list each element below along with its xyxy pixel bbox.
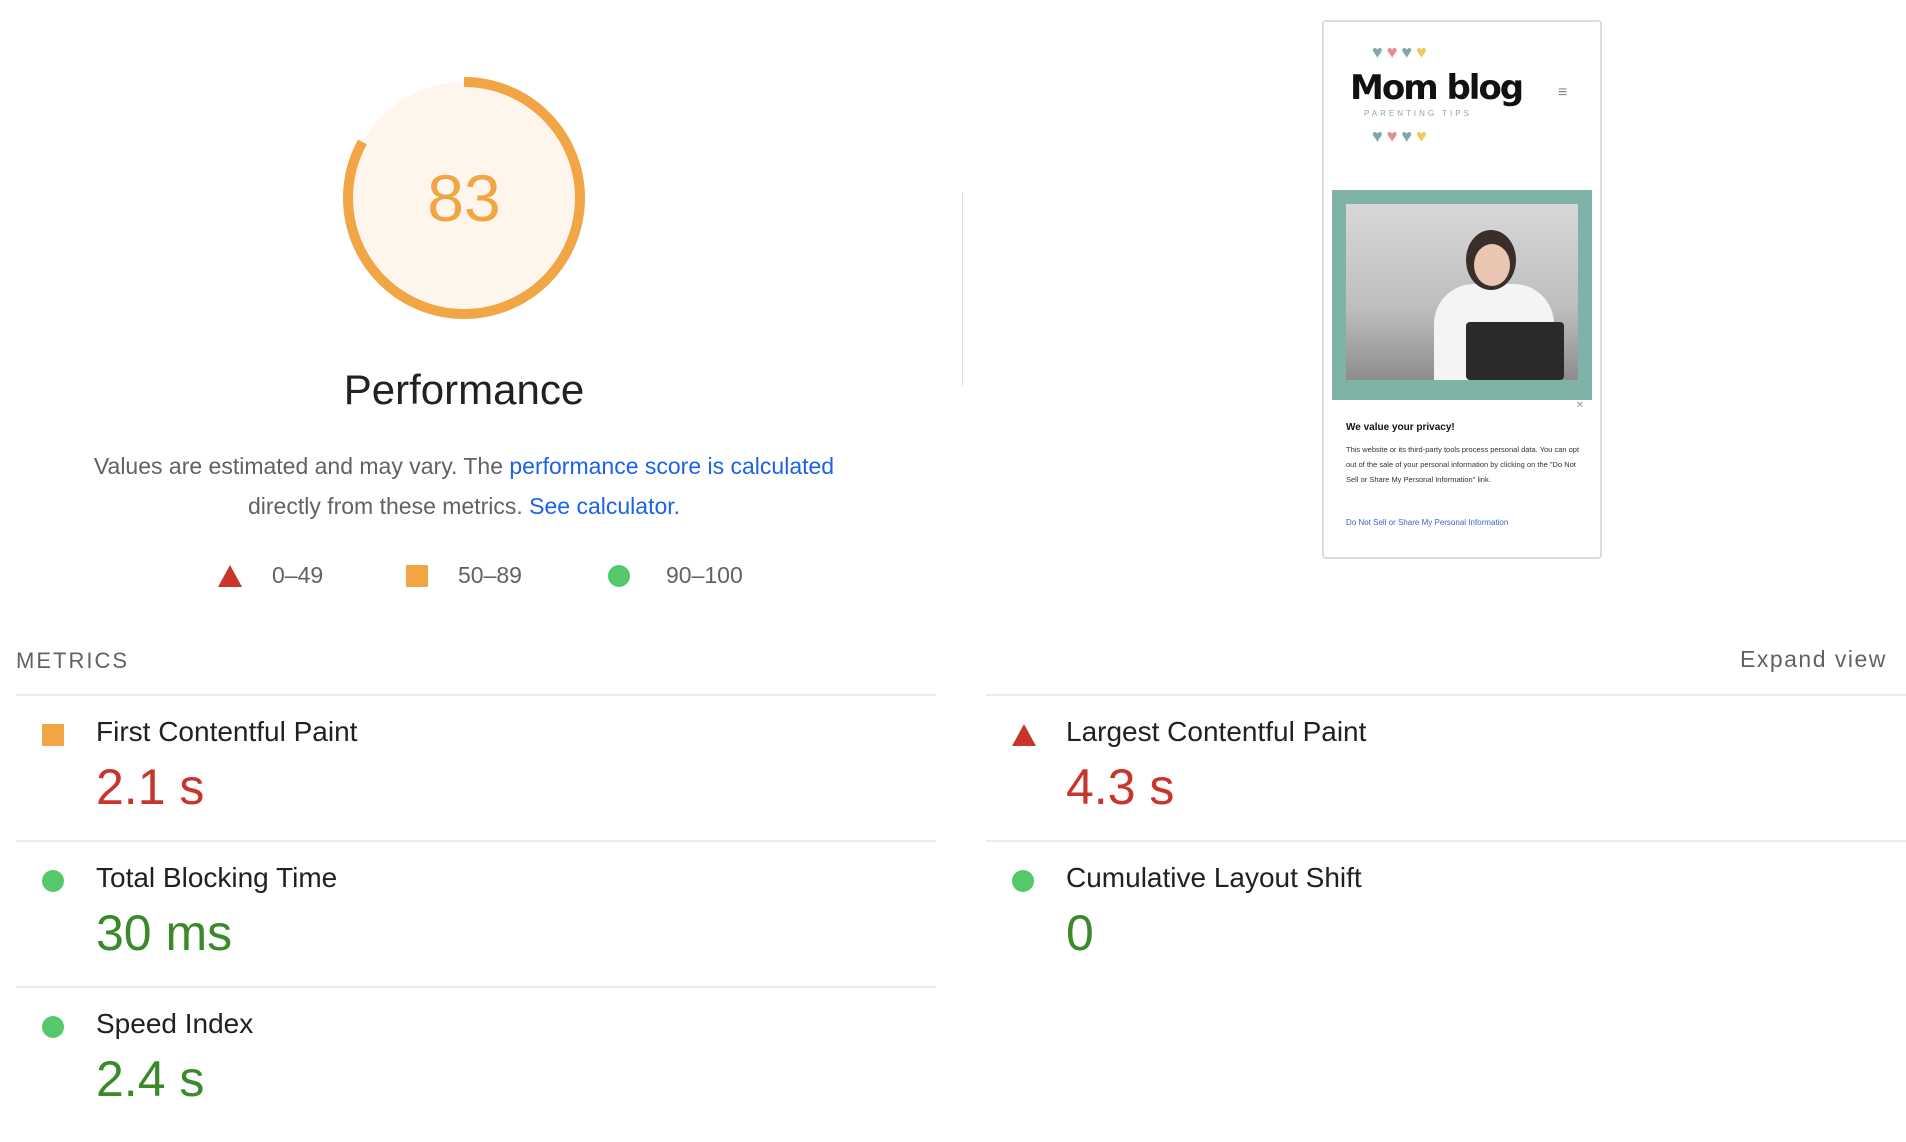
metric-label: Total Blocking Time — [96, 862, 338, 893]
gauge-score: 83 — [427, 161, 501, 235]
final-screenshot-thumbnail[interactable]: ♥♥♥♥ Mom blog PARENTING TIPS ♥♥♥♥ ≡ ✕ We… — [1322, 20, 1602, 559]
metric-largest-contentful-paint: Largest Contentful Paint 4.3 s — [986, 696, 1906, 842]
legend-pass-label: 90–100 — [666, 562, 743, 588]
metric-label: First Contentful Paint — [96, 716, 358, 747]
metrics-header: METRICS — [16, 648, 129, 673]
metric-value: 2.1 s — [96, 759, 205, 815]
consent-body: This website or its third-party tools pr… — [1346, 445, 1580, 484]
metric-value: 30 ms — [96, 905, 233, 961]
metric-label: Speed Index — [96, 1008, 254, 1039]
description-prefix: Values are estimated and may vary. The — [93, 453, 510, 479]
score-calculated-link[interactable]: performance score is calculated — [509, 453, 834, 479]
metric-value: 2.4 s — [96, 1051, 205, 1107]
legend-pass: 90–100 — [608, 562, 743, 589]
hero-image-frame — [1332, 190, 1592, 400]
photo-person-face — [1474, 244, 1510, 286]
hero-photo — [1346, 204, 1578, 380]
close-icon: ✕ — [1575, 400, 1584, 411]
metric-value: 4.3 s — [1066, 759, 1175, 815]
site-logo-subtitle: PARENTING TIPS — [1364, 109, 1472, 118]
fail-triangle-icon — [218, 564, 242, 587]
metric-label: Largest Contentful Paint — [1066, 716, 1367, 747]
vertical-divider — [962, 192, 963, 386]
consent-link: Do Not Sell or Share My Personal Informa… — [1346, 518, 1509, 527]
pass-circle-icon — [42, 1016, 64, 1038]
hearts-bottom-decoration: ♥♥♥♥ — [1372, 126, 1431, 146]
metric-speed-index: Speed Index 2.4 s — [16, 988, 936, 1134]
performance-title: Performance — [343, 366, 585, 413]
legend-average-label: 50–89 — [458, 562, 522, 588]
fail-triangle-icon — [1012, 724, 1036, 746]
expand-view-toggle[interactable]: Expand view — [1740, 646, 1887, 673]
pass-circle-icon — [42, 870, 64, 892]
metric-cumulative-layout-shift: Cumulative Layout Shift 0 — [986, 842, 1906, 988]
hearts-top-decoration: ♥♥♥♥ — [1372, 42, 1431, 62]
legend-fail-label: 0–49 — [272, 562, 324, 588]
hamburger-menu-icon: ≡ — [1558, 84, 1568, 101]
legend-average: 50–89 — [406, 562, 522, 589]
photo-laptop — [1466, 322, 1564, 380]
performance-gauge: 83 — [340, 74, 588, 322]
site-logo: Mom blog — [1350, 68, 1524, 108]
average-square-icon — [406, 564, 428, 587]
average-square-icon — [42, 724, 64, 746]
consent-title: We value your privacy! — [1346, 422, 1455, 433]
privacy-consent-banner: ✕ We value your privacy! This website or… — [1332, 400, 1592, 550]
metric-label: Cumulative Layout Shift — [1066, 862, 1362, 893]
pass-circle-icon — [1012, 870, 1034, 892]
metric-total-blocking-time: Total Blocking Time 30 ms — [16, 842, 936, 988]
performance-description: Values are estimated and may vary. The p… — [60, 446, 868, 526]
legend-fail: 0–49 — [218, 562, 323, 589]
pass-circle-icon — [608, 564, 630, 587]
metric-value: 0 — [1066, 905, 1094, 961]
see-calculator-link[interactable]: See calculator. — [529, 493, 680, 519]
metric-first-contentful-paint: First Contentful Paint 2.1 s — [16, 696, 936, 842]
description-middle: directly from these metrics. — [247, 493, 530, 519]
